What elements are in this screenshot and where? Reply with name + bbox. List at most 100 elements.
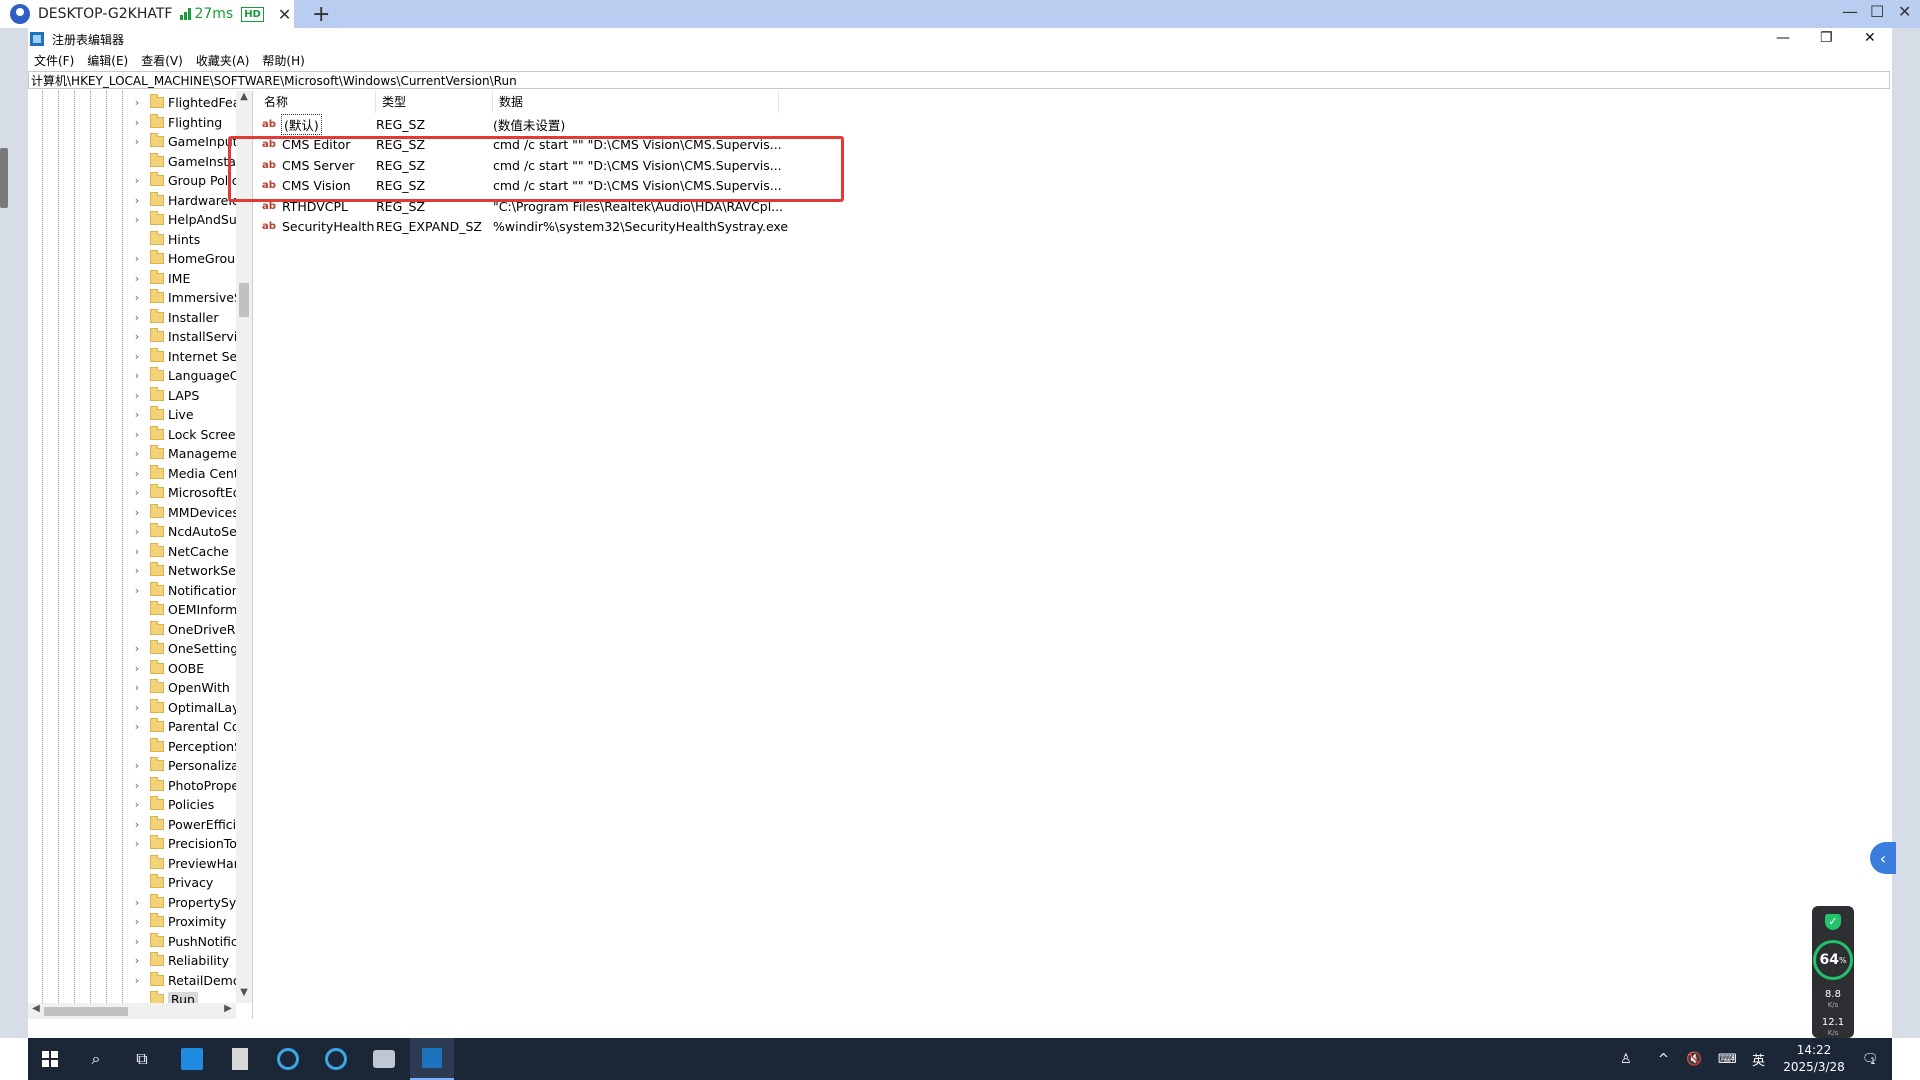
scroll-down-icon[interactable]: ▼: [236, 987, 252, 1003]
chevron-right-icon[interactable]: ›: [130, 135, 144, 148]
chevron-right-icon[interactable]: ›: [130, 720, 144, 733]
restore-button[interactable]: ❐: [1820, 30, 1833, 46]
chevron-right-icon[interactable]: ›: [130, 96, 144, 109]
chevron-right-icon[interactable]: ›: [130, 759, 144, 772]
tree-item[interactable]: › FlightedFeatu: [130, 93, 252, 112]
chevron-right-icon[interactable]: ›: [130, 642, 144, 655]
tree-item[interactable]: › Notifications: [130, 581, 252, 600]
edge-browser-icon-2[interactable]: [314, 1038, 358, 1080]
notification-center-icon[interactable]: 🗨 1: [1862, 1038, 1879, 1080]
chevron-right-icon[interactable]: ›: [130, 896, 144, 909]
remote-maximize-button[interactable]: ☐: [1870, 2, 1884, 21]
tree-item[interactable]: › PrecisionTou: [130, 834, 252, 853]
edge-browser-icon[interactable]: [266, 1038, 310, 1080]
tree-item[interactable]: › Installer: [130, 308, 252, 327]
chevron-right-icon[interactable]: ›: [130, 174, 144, 187]
chevron-right-icon[interactable]: ›: [130, 779, 144, 792]
tree-item[interactable]: › Media Cente: [130, 464, 252, 483]
tree-item[interactable]: › NetCache: [130, 542, 252, 561]
tree-item[interactable]: › ImmersiveSh: [130, 288, 252, 307]
tree-item[interactable]: › MMDevices: [130, 503, 252, 522]
scroll-thumb[interactable]: [239, 283, 249, 317]
chevron-right-icon[interactable]: ›: [130, 408, 144, 421]
close-button[interactable]: ✕: [1864, 30, 1876, 46]
keyboard-icon[interactable]: ⌨: [1718, 1038, 1737, 1080]
tree-item[interactable]: › Live: [130, 405, 252, 424]
tree-item[interactable]: › Personalizati: [130, 756, 252, 775]
tree-item[interactable]: › Management: [130, 444, 252, 463]
chevron-right-icon[interactable]: ›: [130, 350, 144, 363]
clock[interactable]: 14:22 2025/3/28: [1774, 1042, 1854, 1076]
tree-item[interactable]: › HomeGroup: [130, 249, 252, 268]
chevron-up-icon[interactable]: ^: [1658, 1038, 1669, 1080]
remote-minimize-button[interactable]: —: [1842, 2, 1858, 21]
people-icon[interactable]: ♙: [1620, 1038, 1632, 1080]
column-header-name[interactable]: 名称: [258, 91, 376, 113]
chevron-right-icon[interactable]: ›: [130, 272, 144, 285]
tree-item[interactable]: › OpenWith: [130, 678, 252, 697]
menu-file[interactable]: 文件(F): [34, 52, 74, 69]
chevron-right-icon[interactable]: ›: [130, 681, 144, 694]
regedit-taskbar-icon[interactable]: [410, 1038, 454, 1080]
new-tab-button[interactable]: +: [312, 2, 330, 27]
tree-item[interactable]: › Proximity: [130, 912, 252, 931]
column-header-type[interactable]: 类型: [376, 91, 493, 113]
chevron-right-icon[interactable]: ›: [130, 467, 144, 480]
value-row[interactable]: ab (默认) REG_SZ (数值未设置): [258, 113, 793, 135]
tree-vertical-scrollbar[interactable]: ▲ ▼: [236, 91, 252, 1003]
menu-edit[interactable]: 编辑(E): [87, 52, 128, 69]
tree-item[interactable]: › LanguageCo: [130, 366, 252, 385]
chevron-right-icon[interactable]: ›: [130, 545, 144, 558]
tree-item[interactable]: Privacy: [130, 873, 252, 892]
minimize-button[interactable]: —: [1776, 30, 1790, 46]
tree-item[interactable]: OneDriveRan: [130, 620, 252, 639]
remote-session-tab[interactable]: DESKTOP-G2KHATF 27ms HD ✕: [0, 0, 294, 28]
tree-item[interactable]: PerceptionSi: [130, 737, 252, 756]
tree-item[interactable]: › Parental Con: [130, 717, 252, 736]
tree-item[interactable]: › NetworkServ: [130, 561, 252, 580]
chevron-right-icon[interactable]: ›: [130, 213, 144, 226]
close-tab-icon[interactable]: ✕: [278, 5, 291, 24]
chevron-right-icon[interactable]: ›: [130, 194, 144, 207]
start-button[interactable]: [28, 1038, 72, 1080]
tree-item[interactable]: › IME: [130, 269, 252, 288]
app-icon-2[interactable]: [218, 1038, 262, 1080]
scroll-up-icon[interactable]: ▲: [236, 91, 252, 107]
menu-favorites[interactable]: 收藏夹(A): [196, 52, 250, 69]
tree-item[interactable]: › HelpAndSupp: [130, 210, 252, 229]
chevron-right-icon[interactable]: ›: [130, 701, 144, 714]
chevron-right-icon[interactable]: ›: [130, 428, 144, 441]
tree-item[interactable]: OEMInforma: [130, 600, 252, 619]
tree-item[interactable]: PreviewHand: [130, 854, 252, 873]
search-icon[interactable]: ⌕: [74, 1038, 118, 1080]
chevron-right-icon[interactable]: ›: [130, 662, 144, 675]
tree-item[interactable]: › PropertySyst: [130, 893, 252, 912]
values-list-pane[interactable]: 名称 类型 数据 ab (默认) REG_SZ (数值未设置) ab CMS Editor…: [258, 91, 1892, 1019]
tree-item[interactable]: › Policies: [130, 795, 252, 814]
chevron-right-icon[interactable]: ›: [130, 116, 144, 129]
tree-item[interactable]: › PushNotificat: [130, 932, 252, 951]
side-panel-handle[interactable]: [0, 148, 8, 208]
app-icon-1[interactable]: [170, 1038, 214, 1080]
chevron-right-icon[interactable]: ›: [130, 486, 144, 499]
tree-item[interactable]: › Reliability: [130, 951, 252, 970]
tree-item[interactable]: › NcdAutoSetu: [130, 522, 252, 541]
chevron-right-icon[interactable]: ›: [130, 837, 144, 850]
chevron-right-icon[interactable]: ›: [130, 818, 144, 831]
value-row[interactable]: ab SecurityHealth REG_EXPAND_SZ %windir%\sy…: [258, 217, 793, 237]
chevron-right-icon[interactable]: ›: [130, 974, 144, 987]
key-tree-pane[interactable]: › FlightedFeatu › Flighting › GameInput GameIn…: [28, 91, 253, 1019]
tree-item[interactable]: › MicrosoftEdg: [130, 483, 252, 502]
tree-item[interactable]: › Internet Setti: [130, 347, 252, 366]
task-view-icon[interactable]: ⧉: [120, 1038, 164, 1080]
scroll-left-icon[interactable]: ◀: [28, 1003, 44, 1019]
app-icon-3[interactable]: [362, 1038, 406, 1080]
tree-horizontal-scrollbar[interactable]: ◀ ▶: [28, 1003, 236, 1019]
tree-item[interactable]: › OptimalLayo: [130, 698, 252, 717]
hscroll-thumb[interactable]: [44, 1007, 128, 1016]
tree-item[interactable]: › OOBE: [130, 659, 252, 678]
system-monitor-widget[interactable]: ✓ 64% 8.8 K/s 12.1 K/s: [1812, 906, 1854, 1038]
scroll-right-icon[interactable]: ▶: [220, 1003, 236, 1019]
column-header-data[interactable]: 数据: [493, 91, 779, 113]
chevron-right-icon[interactable]: ›: [130, 369, 144, 382]
